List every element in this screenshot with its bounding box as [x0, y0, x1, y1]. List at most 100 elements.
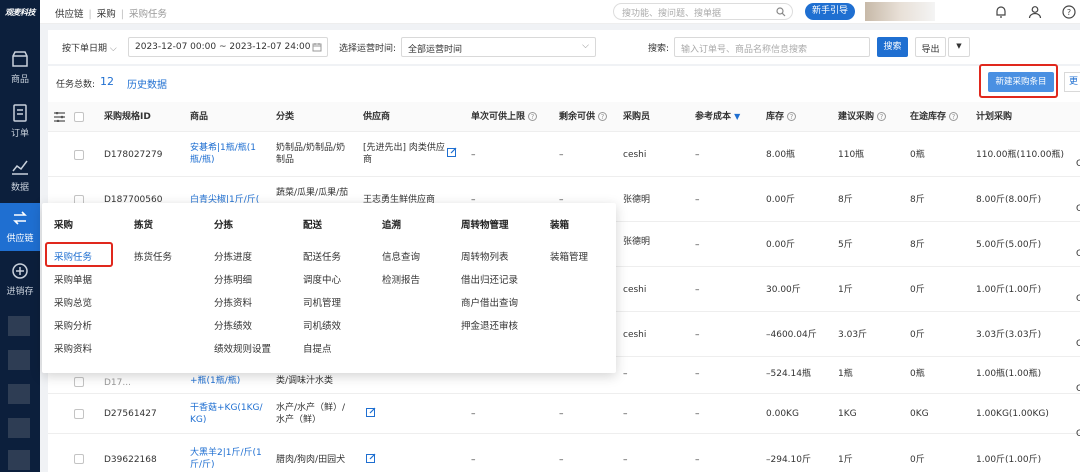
- history-data-link[interactable]: 历史数据: [127, 76, 167, 91]
- category-cell: 奶制品/奶制品/奶 制品: [276, 143, 346, 165]
- menu-item-merchant-lend-query[interactable]: 商户借出查询: [461, 295, 518, 309]
- menu-item-purchase-overview[interactable]: 采购总览: [54, 295, 92, 309]
- help-icon[interactable]: ?: [949, 112, 959, 121]
- product-link[interactable]: +瓶(1瓶/瓶): [190, 375, 240, 387]
- transit-cell: 0瓶: [910, 150, 925, 160]
- col-header-supplier: 供应商: [363, 112, 391, 122]
- select-all-checkbox[interactable]: [74, 112, 84, 122]
- menu-item-sorting-data[interactable]: 分拣资料: [214, 295, 252, 309]
- menu-item-test-report[interactable]: 检测报告: [382, 272, 420, 286]
- menu-item-lend-return-records[interactable]: 借出归还记录: [461, 272, 518, 286]
- suggested-cell: 5斤: [838, 240, 853, 250]
- row-checkbox[interactable]: [74, 454, 84, 464]
- sort-down-icon[interactable]: ▼: [734, 112, 740, 121]
- menu-item-driver-management[interactable]: 司机管理: [303, 295, 341, 309]
- suggested-cell: 1斤: [838, 455, 853, 465]
- help-icon[interactable]: ?: [598, 112, 608, 121]
- menu-item-purchase-docs[interactable]: 采购单据: [54, 272, 92, 286]
- suggested-cell: 110瓶: [838, 150, 865, 160]
- menu-item-purchase-data[interactable]: 采购资料: [54, 341, 92, 355]
- stock-cell: –294.10斤: [766, 455, 811, 465]
- top-bar: 供应链 | 采购 | 采购任务 搜功能、搜问题、搜单据 新手引导 ?: [40, 0, 1080, 24]
- col-header-ref-cost[interactable]: 参考成本 ▼: [695, 102, 740, 132]
- search-button[interactable]: 搜索: [877, 37, 908, 57]
- stock-cell: 8.00瓶: [766, 150, 796, 160]
- op-time-select[interactable]: 全部运营时间 ⌵: [401, 37, 596, 57]
- sidebar: 观麦科技 商品 订单 数据 供应链 进销存: [0, 0, 40, 472]
- breadcrumb-item[interactable]: 采购: [97, 9, 116, 20]
- menu-item-sorting-performance[interactable]: 分拣绩效: [214, 318, 252, 332]
- table-row: D27561427 干香菇+KG(1KG/KG) 水产/水产（鲜）/水产（鲜） …: [48, 394, 1080, 434]
- chevron-down-icon: ⌵: [109, 44, 117, 54]
- search-input[interactable]: 输入订单号、商品名称信息搜索: [674, 37, 870, 57]
- supply-chain-icon: [13, 211, 27, 225]
- plan-cell: 1.00KG(1.00KG): [976, 409, 1049, 419]
- menu-group-packing: 装箱: [550, 220, 570, 231]
- buyer-cell: 张德明: [623, 237, 651, 247]
- transit-cell: 0斤: [910, 330, 925, 340]
- global-search-input[interactable]: 搜功能、搜问题、搜单据: [613, 3, 793, 20]
- menu-item-driver-performance[interactable]: 司机绩效: [303, 318, 341, 332]
- edit-icon[interactable]: [366, 407, 376, 417]
- row-checkbox[interactable]: [74, 409, 84, 419]
- date-range-picker[interactable]: 2023-12-07 00:00 ~ 2023-12-07 24:00: [128, 37, 328, 57]
- edit-icon[interactable]: [447, 147, 457, 157]
- row-checkbox[interactable]: [74, 150, 84, 160]
- menu-item-turnover-list[interactable]: 周转物列表: [461, 249, 509, 263]
- menu-item-sorting-detail[interactable]: 分拣明细: [214, 272, 252, 286]
- menu-group-delivery: 配送: [303, 220, 323, 231]
- plan-cell: 3.03斤(3.03斤): [976, 330, 1042, 340]
- date-type-select[interactable]: 按下单日期 ⌵: [62, 41, 117, 54]
- stock-cell: –524.14瓶: [766, 369, 811, 379]
- help-icon[interactable]: ?: [877, 112, 887, 121]
- menu-group-turnover: 周转物管理: [461, 220, 509, 231]
- transit-cell: 0斤: [910, 285, 925, 295]
- sidebar-item-data[interactable]: 数据: [0, 152, 40, 198]
- bell-icon[interactable]: [994, 5, 1008, 19]
- menu-item-sorting-progress[interactable]: 分拣进度: [214, 249, 252, 263]
- product-link[interactable]: 干香菇+KG(1KG/KG): [190, 402, 263, 426]
- edit-icon[interactable]: [366, 453, 376, 463]
- export-button[interactable]: 导出: [915, 37, 946, 57]
- menu-item-purchase-analysis[interactable]: 采购分析: [54, 318, 92, 332]
- category-cell: 水产/水产（鲜）/水产（鲜）: [276, 403, 346, 425]
- buyer-cell: ceshi: [623, 330, 647, 340]
- sidebar-item-label: 数据: [10, 183, 29, 193]
- sidebar-item-supply-chain[interactable]: 供应链: [0, 203, 40, 251]
- guide-button[interactable]: 新手引导: [805, 3, 855, 20]
- product-link[interactable]: 大黑羊2|1斤/斤(1 斤/斤): [190, 447, 262, 471]
- help-icon[interactable]: ?: [528, 112, 538, 121]
- export-dropdown[interactable]: ▼: [948, 37, 970, 57]
- menu-item-picking-task[interactable]: 拣货任务: [134, 249, 172, 263]
- menu-item-deposit-refund-review[interactable]: 押金退还审核: [461, 318, 518, 332]
- menu-item-delivery-task[interactable]: 配送任务: [303, 249, 341, 263]
- stock-cell: 30.00斤: [766, 285, 801, 295]
- breadcrumb-current: 采购任务: [128, 9, 167, 20]
- calendar-icon: [312, 43, 322, 52]
- buyer-cell: ceshi: [623, 150, 647, 160]
- transit-cell: 8斤: [910, 240, 925, 250]
- highlight-box-purchase-task: [45, 242, 113, 267]
- sidebar-item-products[interactable]: 商品: [0, 44, 40, 90]
- sidebar-item-inventory[interactable]: 进销存: [0, 256, 40, 302]
- buyer-cell: 张德明: [623, 195, 651, 205]
- menu-item-pickup-point[interactable]: 自提点: [303, 341, 332, 355]
- row-checkbox[interactable]: [74, 377, 84, 387]
- buyer-cell: –: [623, 369, 628, 379]
- breadcrumb-item[interactable]: 供应链: [55, 9, 84, 20]
- suggested-cell: 3.03斤: [838, 330, 868, 340]
- menu-item-performance-rules[interactable]: 绩效规则设置: [214, 341, 271, 355]
- sidebar-item-orders[interactable]: 订单: [0, 98, 40, 144]
- product-link[interactable]: 安碁希|1瓶/瓶(1 瓶/瓶): [190, 142, 256, 166]
- column-settings-icon[interactable]: [54, 112, 65, 122]
- col-header-suggested: 建议采购?: [838, 102, 887, 132]
- menu-item-dispatch-center[interactable]: 调度中心: [303, 272, 341, 286]
- menu-item-packing-management[interactable]: 装箱管理: [550, 249, 588, 263]
- help-icon[interactable]: ?: [1062, 5, 1076, 19]
- menu-item-info-query[interactable]: 信息查询: [382, 249, 420, 263]
- help-icon[interactable]: ?: [787, 112, 797, 121]
- more-button[interactable]: 更: [1064, 72, 1080, 92]
- user-icon[interactable]: [1028, 5, 1042, 19]
- plan-cell: 8.00斤(8.00斤): [976, 195, 1042, 205]
- spec-id-cell: D17...: [104, 378, 131, 388]
